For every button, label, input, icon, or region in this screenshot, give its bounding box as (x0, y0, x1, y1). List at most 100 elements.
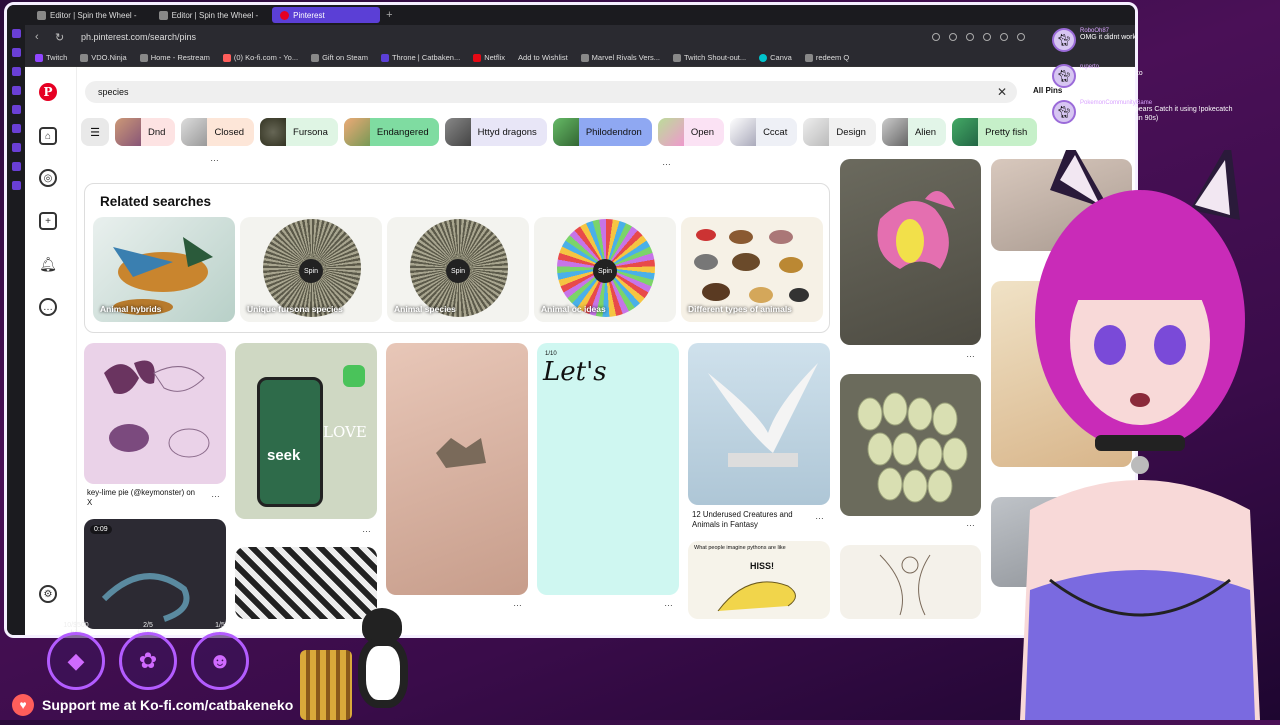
bookmark-label: Gift on Steam (322, 53, 368, 62)
bookmarks-bar: Twitch VDO.Ninja Home - Restream (0) Ko-… (7, 49, 1135, 67)
tab-editor-1[interactable]: Editor | Spin the Wheel - (29, 7, 145, 23)
kofi-banner[interactable]: ♥ Support me at Ko-fi.com/catbakeneko (8, 692, 303, 718)
extension-icon[interactable] (949, 33, 957, 41)
pin-video[interactable]: 0:09 (84, 519, 226, 629)
chip-cccat[interactable]: Cccat (730, 118, 798, 146)
tab-favicon-icon (37, 10, 46, 20)
tab-pinterest[interactable]: Pinterest (272, 7, 381, 23)
explore-icon[interactable]: ◎ (39, 169, 57, 187)
rail-icon[interactable] (11, 162, 21, 171)
pin-flying-creature[interactable] (688, 343, 830, 505)
pin-seek-app[interactable]: seek LOVE (235, 343, 377, 519)
rail-icon[interactable] (11, 181, 21, 190)
rail-icon[interactable] (11, 143, 21, 152)
chip-fursona[interactable]: Fursona (260, 118, 338, 146)
chip-thumbnail (444, 118, 471, 146)
chip-httyd-dragons[interactable]: Httyd dragons (444, 118, 547, 146)
bookmark-wishlist[interactable]: Add to Wishlist (518, 53, 568, 62)
chip-closed[interactable]: Closed (181, 118, 255, 146)
messages-icon[interactable]: … (39, 298, 57, 316)
bookmark-shoutout[interactable]: Twitch Shout-out... (673, 53, 746, 62)
bookmark-throne[interactable]: Throne | Catbaken... (380, 53, 460, 62)
bookmark-twitch[interactable]: Twitch (35, 53, 67, 62)
clear-icon[interactable]: ✕ (997, 85, 1007, 99)
rail-icon[interactable] (11, 105, 21, 114)
rail-icon[interactable] (11, 124, 21, 133)
search-bar[interactable]: species ✕ (85, 81, 1017, 103)
chip-design[interactable]: Design (803, 118, 876, 146)
reload-icon[interactable]: ↻ (55, 31, 65, 44)
pin-caption-keylime[interactable]: key-lime pie (@keymonster) on X (87, 488, 197, 508)
more-options-icon[interactable]: … (211, 489, 220, 499)
pin-keylime-pie-art[interactable] (84, 343, 226, 484)
chip-dnd[interactable]: Dnd (115, 118, 176, 146)
love-text: LOVE (323, 423, 367, 441)
cat-icon: ☻ (191, 632, 249, 690)
rail-icon[interactable] (11, 86, 21, 95)
bookmark-netflix[interactable]: Netflix (473, 53, 505, 62)
goal-bits: 10/$500 bits ◆ (46, 620, 106, 690)
home-icon[interactable]: ⌂ (39, 127, 57, 145)
pin-caption-creatures[interactable]: 12 Underused Creatures and Animals in Fa… (692, 510, 810, 530)
more-options-icon[interactable]: … (362, 524, 371, 534)
pin-eggs[interactable] (840, 374, 981, 516)
pin-hand-photo[interactable] (386, 343, 528, 595)
settings-icon[interactable]: ⚙ (39, 585, 57, 603)
pin-python-meme[interactable]: What people imagine pythons are like HIS… (688, 541, 830, 619)
related-animal-species[interactable]: Spin Animal species (387, 217, 529, 322)
create-icon[interactable]: + (39, 212, 57, 230)
pin-lets-text[interactable]: 1/10 Let's (537, 343, 679, 595)
kofi-text: Support me at Ko-fi.com/catbakeneko (42, 697, 294, 713)
chip-endangered[interactable]: Endangered (343, 118, 439, 146)
extension-icon[interactable] (1000, 33, 1008, 41)
more-options-icon[interactable]: … (966, 349, 975, 359)
related-animal-oc-ideas[interactable]: Spin Animal oc ideas (534, 217, 676, 322)
filter-icon[interactable]: ☰ (81, 118, 109, 146)
bookmark-restream[interactable]: Home - Restream (139, 53, 210, 62)
bookmark-canva[interactable]: Canva (759, 53, 792, 62)
chip-label: Endangered (376, 126, 429, 138)
chip-alien[interactable]: Alien (881, 118, 947, 146)
chip-label: Alien (914, 126, 937, 138)
related-animal-hybrids[interactable]: Animal hybrids (93, 217, 235, 322)
bookmark-redeem[interactable]: redeem Q (804, 53, 849, 62)
back-icon[interactable]: ‹ (35, 31, 45, 43)
related-unique-fursona-species[interactable]: Spin Unique fursona species (240, 217, 382, 322)
extension-icon[interactable] (932, 33, 940, 41)
browser-side-rail (7, 25, 25, 635)
url-field[interactable]: ph.pinterest.com/search/pins (81, 32, 196, 42)
pin-rosy-maple-moth[interactable] (840, 159, 981, 345)
extension-icon[interactable] (1017, 33, 1025, 41)
more-options-icon[interactable]: … (513, 598, 522, 608)
more-options-icon[interactable]: … (664, 598, 673, 608)
chip-open[interactable]: Open (657, 118, 725, 146)
tab-editor-2[interactable]: Editor | Spin the Wheel - (151, 7, 267, 23)
rail-icon[interactable] (11, 67, 21, 76)
bookmark-steam[interactable]: Gift on Steam (311, 53, 368, 62)
chip-pretty-fish[interactable]: Pretty fish (952, 118, 1038, 146)
bookmark-icon (759, 53, 768, 62)
new-tab-icon[interactable]: + (386, 9, 392, 21)
bookmark-label: Twitch Shout-out... (684, 53, 747, 62)
extension-icon[interactable] (966, 33, 974, 41)
bookmark-vdo[interactable]: VDO.Ninja (80, 53, 127, 62)
goal-count: 1/5 (215, 622, 225, 629)
pinterest-sidebar: P ⌂ ◎ + 🔔︎ … ⚙ (25, 67, 77, 635)
bookmark-kofi[interactable]: (0) Ko-fi.com - Yo... (222, 53, 298, 62)
bookmark-marvel[interactable]: Marvel Rivals Vers... (580, 53, 660, 62)
more-options-icon[interactable]: … (662, 157, 671, 167)
more-options-icon[interactable]: … (210, 153, 219, 163)
rail-icon[interactable] (11, 29, 21, 38)
extension-icon[interactable] (983, 33, 991, 41)
search-input[interactable]: species (98, 87, 129, 97)
notifications-icon[interactable]: 🔔︎ (39, 255, 57, 273)
more-options-icon[interactable]: … (815, 511, 824, 521)
chip-label: Cccat (763, 126, 788, 138)
spin-button: Spin (593, 259, 617, 283)
chip-philodendron[interactable]: Philodendron (552, 118, 652, 146)
related-different-types-of-animals[interactable]: Different types of animals (681, 217, 823, 322)
pin-anatomy-chart[interactable] (840, 545, 981, 619)
rail-icon[interactable] (11, 48, 21, 57)
pinterest-logo-icon[interactable]: P (39, 83, 57, 101)
more-options-icon[interactable]: … (966, 518, 975, 528)
